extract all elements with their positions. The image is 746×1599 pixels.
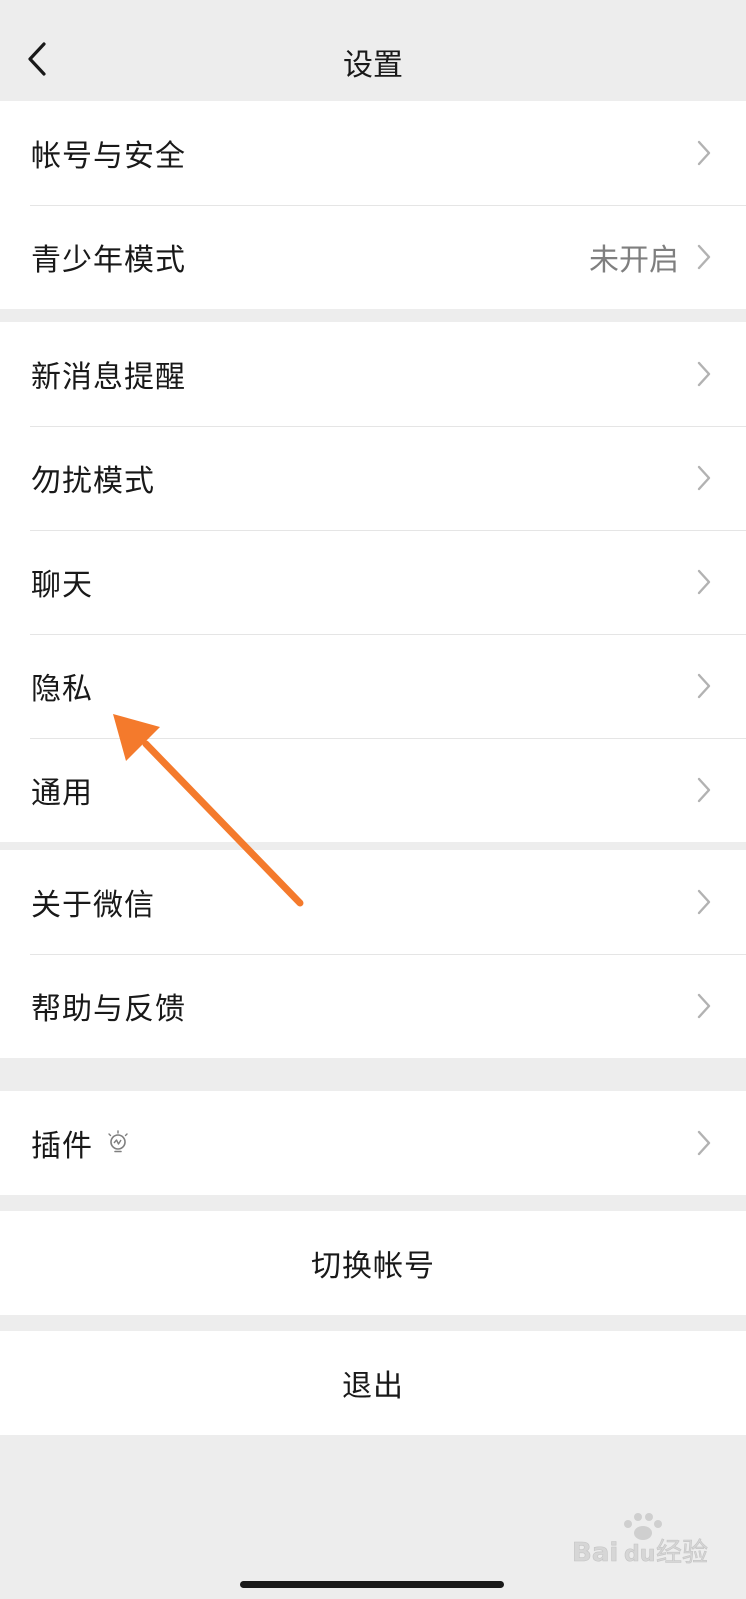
settings-item-label: 通用 xyxy=(31,776,93,811)
chevron-right-icon xyxy=(697,361,711,387)
chevron-right-icon xyxy=(697,569,711,595)
settings-group-general: 新消息提醒 勿扰模式 聊天 隐私 通用 xyxy=(0,322,746,842)
svg-text:经验: 经验 xyxy=(656,1538,708,1568)
chevron-right-icon xyxy=(697,673,711,699)
chevron-right-icon xyxy=(697,140,711,166)
page-title: 设置 xyxy=(343,48,403,83)
settings-group-plugins: 插件 xyxy=(0,1091,746,1195)
chevron-right-icon xyxy=(697,465,711,491)
settings-item-label: 勿扰模式 xyxy=(31,464,155,499)
settings-item-general[interactable]: 通用 xyxy=(0,738,746,842)
settings-item-label: 帐号与安全 xyxy=(31,139,186,174)
logout-group: 退出 xyxy=(0,1331,746,1435)
baidu-jingyan-watermark-logo: Bai du 经验 xyxy=(572,1513,708,1568)
settings-item-privacy[interactable]: 隐私 xyxy=(0,634,746,738)
settings-item-chat[interactable]: 聊天 xyxy=(0,530,746,634)
settings-item-plugins[interactable]: 插件 xyxy=(0,1091,746,1195)
settings-item-label: 青少年模式 xyxy=(31,243,186,278)
chevron-right-icon xyxy=(697,993,711,1019)
svg-text:du: du xyxy=(624,1542,655,1567)
nav-bar: 设置 xyxy=(0,14,746,102)
settings-item-label: 隐私 xyxy=(31,672,93,707)
teen-mode-status: 未开启 xyxy=(589,243,679,278)
settings-item-help-feedback[interactable]: 帮助与反馈 xyxy=(0,954,746,1058)
lightbulb-icon xyxy=(108,1130,128,1153)
svg-text:Bai: Bai xyxy=(572,1538,618,1568)
settings-item-account-security[interactable]: 帐号与安全 xyxy=(0,101,746,205)
chevron-right-icon xyxy=(697,244,711,270)
settings-item-about[interactable]: 关于微信 xyxy=(0,850,746,954)
settings-item-label: 帮助与反馈 xyxy=(31,992,186,1027)
settings-group-about: 关于微信 帮助与反馈 xyxy=(0,850,746,1058)
settings-item-label: 插件 xyxy=(31,1129,93,1164)
chevron-right-icon xyxy=(697,1130,711,1156)
settings-item-label: 聊天 xyxy=(31,568,93,603)
switch-account-group: 切换帐号 xyxy=(0,1211,746,1315)
settings-item-label: 新消息提醒 xyxy=(31,360,186,395)
logout-button[interactable]: 退出 xyxy=(0,1331,746,1435)
chevron-right-icon xyxy=(697,777,711,803)
status-bar xyxy=(0,0,746,14)
switch-account-button[interactable]: 切换帐号 xyxy=(0,1211,746,1315)
settings-item-label: 关于微信 xyxy=(31,888,155,923)
switch-account-label: 切换帐号 xyxy=(311,1249,435,1284)
logout-label: 退出 xyxy=(342,1369,404,1404)
home-indicator xyxy=(240,1581,504,1588)
settings-item-notifications[interactable]: 新消息提醒 xyxy=(0,322,746,426)
settings-item-teen-mode[interactable]: 青少年模式 未开启 xyxy=(0,205,746,309)
settings-group-account: 帐号与安全 青少年模式 未开启 xyxy=(0,101,746,309)
settings-item-do-not-disturb[interactable]: 勿扰模式 xyxy=(0,426,746,530)
chevron-right-icon xyxy=(697,889,711,915)
